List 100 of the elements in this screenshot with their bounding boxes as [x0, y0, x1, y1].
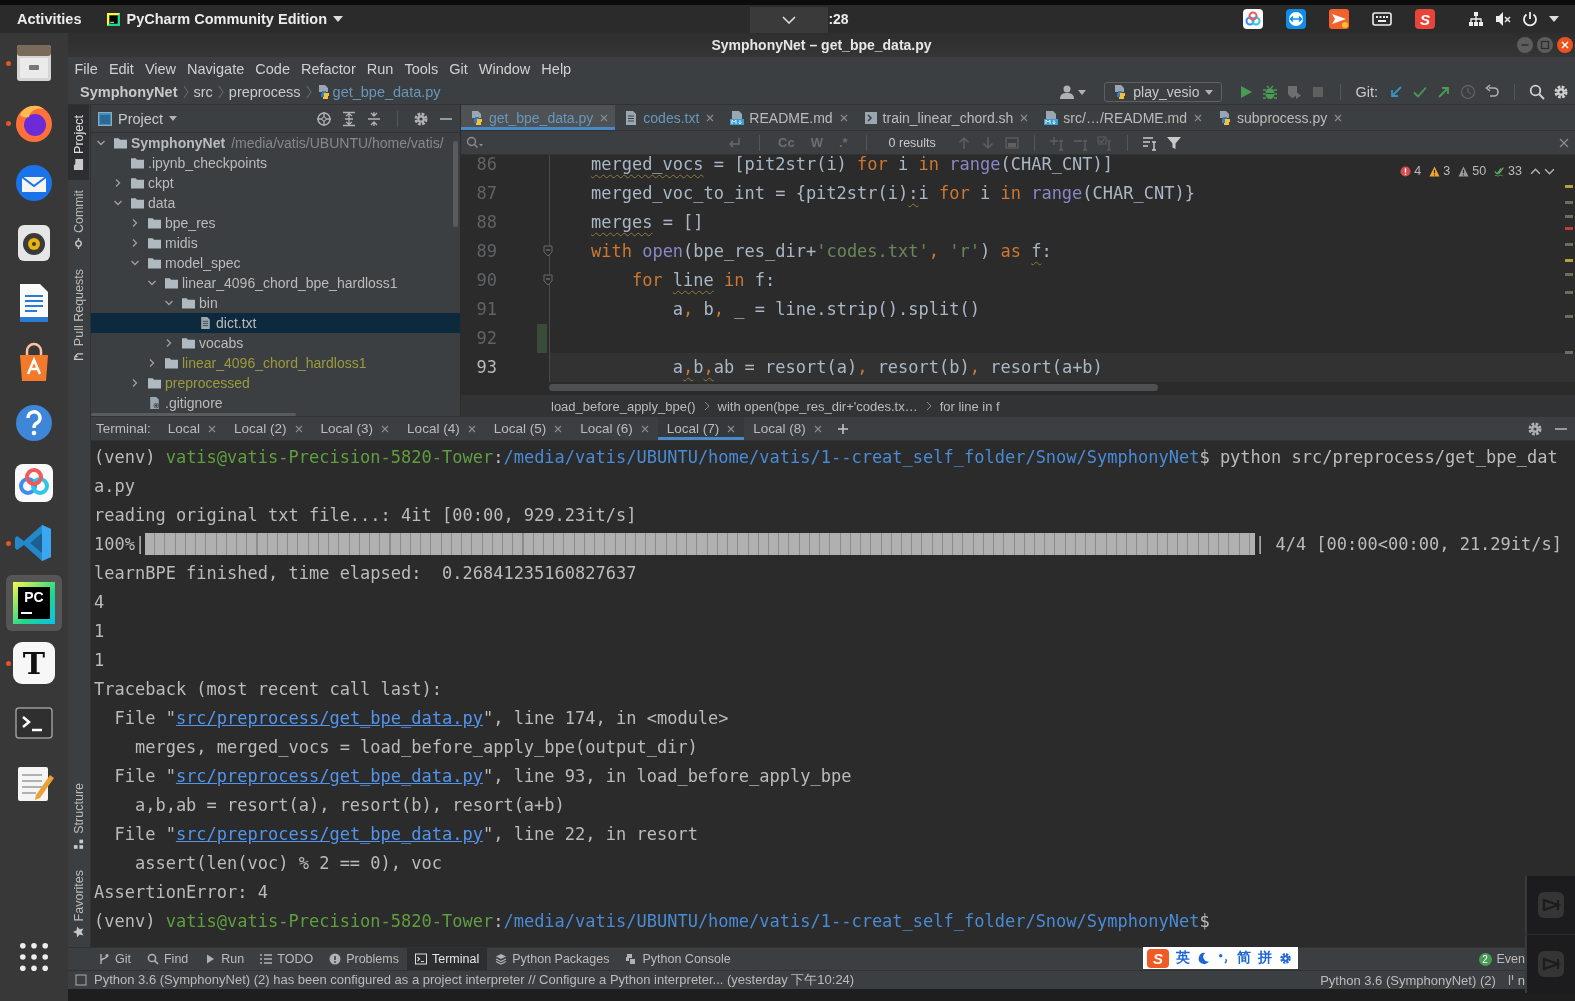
chevron-right-icon[interactable]: [113, 178, 123, 188]
menu-item[interactable]: Tools: [398, 59, 444, 78]
menu-item[interactable]: Run: [361, 59, 399, 78]
terminal-tab[interactable]: Local (3): [311, 417, 399, 440]
ide-logo-icon[interactable]: PC: [13, 582, 55, 624]
rings-icon[interactable]: [12, 461, 56, 505]
tree-item[interactable]: data: [91, 193, 460, 213]
input-mode-button[interactable]: 拼: [1258, 949, 1272, 967]
bug-icon[interactable]: [1262, 84, 1279, 100]
run-configuration-dropdown[interactable]: play_vesio: [1104, 82, 1223, 102]
menu-item[interactable]: File: [69, 59, 104, 78]
chevron-down-icon[interactable]: [164, 298, 174, 308]
editor-tab[interactable]: codes.txt: [615, 105, 722, 130]
tool-window-tab[interactable]: Favorites: [68, 859, 89, 947]
tree-item[interactable]: ckpt: [91, 173, 460, 193]
volume-muted-icon[interactable]: [1495, 11, 1511, 27]
project-view-dropdown[interactable]: Project: [98, 110, 178, 127]
caret-icon[interactable]: [1549, 16, 1559, 22]
menu-item[interactable]: Code: [249, 59, 296, 78]
checkmark-icon[interactable]: [1412, 84, 1428, 100]
chevron-right-icon[interactable]: [130, 378, 140, 388]
terminal-tab[interactable]: Local: [158, 417, 226, 440]
arrow-down-left-icon[interactable]: [1388, 84, 1404, 100]
file-link[interactable]: src/preprocess/get_bpe_data.py: [175, 823, 483, 844]
terminal-tab[interactable]: Local (6): [571, 417, 658, 440]
newline-icon[interactable]: [727, 135, 741, 150]
keyboard-icon[interactable]: [1372, 9, 1392, 29]
breadcrumb[interactable]: preprocess: [228, 84, 301, 100]
tool-window-button[interactable]: Python Console: [617, 948, 739, 970]
collapse-all-icon[interactable]: [366, 110, 382, 127]
editor-tab[interactable]: README.md: [721, 105, 855, 130]
user-menu-button[interactable]: [1060, 84, 1087, 100]
square-icon[interactable]: [75, 974, 87, 986]
event-log-button[interactable]: 2 Even: [1470, 948, 1525, 970]
rings-icon[interactable]: [1243, 9, 1263, 29]
tool-window-button[interactable]: Problems: [321, 948, 407, 970]
settings-icon[interactable]: [1279, 951, 1292, 965]
shield-play-icon[interactable]: [1286, 84, 1303, 100]
app-launcher[interactable]: PC: [6, 575, 62, 631]
chevron-right-icon[interactable]: [130, 238, 140, 248]
file-link[interactable]: src/preprocess/get_bpe_data.py: [175, 765, 483, 786]
tool-window-button[interactable]: Python Packages: [487, 948, 618, 970]
filter-lines-icon[interactable]: [1141, 134, 1158, 151]
breadcrumb[interactable]: src: [193, 84, 213, 100]
app-menu-button[interactable]: PyCharm Community Edition: [99, 6, 352, 32]
chevron-right-icon[interactable]: [164, 338, 174, 348]
tree-item[interactable]: bin: [91, 293, 460, 313]
chevron-down-icon[interactable]: [96, 138, 106, 148]
tree-item[interactable]: model_spec: [91, 253, 460, 273]
letter-logo-icon[interactable]: S: [1415, 9, 1435, 29]
tool-window-button[interactable]: Git: [90, 948, 139, 970]
chevron-right-icon[interactable]: [130, 218, 140, 228]
tree-item[interactable]: midis: [91, 233, 460, 253]
fold-marker-icon[interactable]: [543, 245, 553, 257]
moon-icon[interactable]: [1197, 951, 1210, 965]
punctuation-icon[interactable]: [1217, 951, 1230, 965]
search-icon[interactable]: [1529, 84, 1545, 100]
chevron-down-icon[interactable]: [113, 198, 123, 208]
menu-item[interactable]: Refactor: [295, 59, 362, 78]
branch-widget[interactable]: n: [1507, 972, 1525, 988]
undo-icon[interactable]: [1484, 84, 1500, 100]
tree-item[interactable]: preprocessed: [91, 373, 460, 393]
chevron-down-icon[interactable]: [147, 278, 157, 288]
chevron-right-icon[interactable]: [147, 358, 157, 368]
breadcrumb[interactable]: for line in f: [939, 398, 1000, 414]
activities-button[interactable]: Activities: [9, 6, 90, 32]
settings-icon[interactable]: [1527, 420, 1543, 437]
editor-tab[interactable]: train_linear_chord.sh: [854, 105, 1036, 130]
breadcrumb[interactable]: load_before_apply_bpe(): [551, 398, 696, 414]
terminal-tab[interactable]: Local (7): [657, 417, 745, 440]
tree-item[interactable]: .ipynb_checkpoints: [91, 153, 460, 173]
terminal-tab[interactable]: Local (5): [484, 417, 572, 440]
input-mode-button[interactable]: 英: [1176, 949, 1190, 967]
interpreter-widget[interactable]: Python 3.6 (SymphonyNet) (2): [1320, 972, 1496, 988]
plus-icon[interactable]: [836, 422, 849, 435]
breadcrumb[interactable]: SymphonyNet: [80, 84, 178, 100]
expand-all-icon[interactable]: [341, 110, 357, 127]
tree-item[interactable]: vocabs: [91, 333, 460, 353]
tree-item[interactable]: bpe_res: [91, 213, 460, 233]
file-link[interactable]: src/preprocess/get_bpe_data.py: [175, 707, 483, 728]
tree-item[interactable]: .gitignore: [91, 393, 460, 413]
tool-window-tab[interactable]: Structure: [68, 772, 89, 860]
power-icon[interactable]: [1522, 11, 1538, 27]
tool-window-button[interactable]: Terminal: [406, 948, 488, 970]
terminal-tab[interactable]: Local (4): [398, 417, 485, 440]
crosshair-icon[interactable]: [316, 110, 332, 127]
breadcrumb[interactable]: get_bpe_data.py: [316, 84, 441, 100]
double-arrow-icon[interactable]: [1286, 9, 1306, 29]
letter-logo-icon[interactable]: T: [13, 642, 55, 684]
minimize-icon[interactable]: [1517, 37, 1533, 53]
menu-item[interactable]: Git: [443, 59, 474, 78]
inspection-widget[interactable]: 4 3 50 33: [1400, 164, 1555, 178]
tool-window-tab[interactable]: Pull Requests: [68, 258, 89, 373]
menu-item[interactable]: View: [139, 59, 182, 78]
tree-item[interactable]: SymphonyNet /media/vatis/UBUNTU/home/vatis/: [91, 133, 460, 153]
menu-item[interactable]: Help: [535, 59, 577, 78]
fold-marker-icon[interactable]: [543, 274, 553, 286]
menu-item[interactable]: Edit: [103, 59, 140, 78]
app-launcher[interactable]: T: [6, 635, 62, 691]
vertical-scrollbar[interactable]: [453, 141, 458, 227]
